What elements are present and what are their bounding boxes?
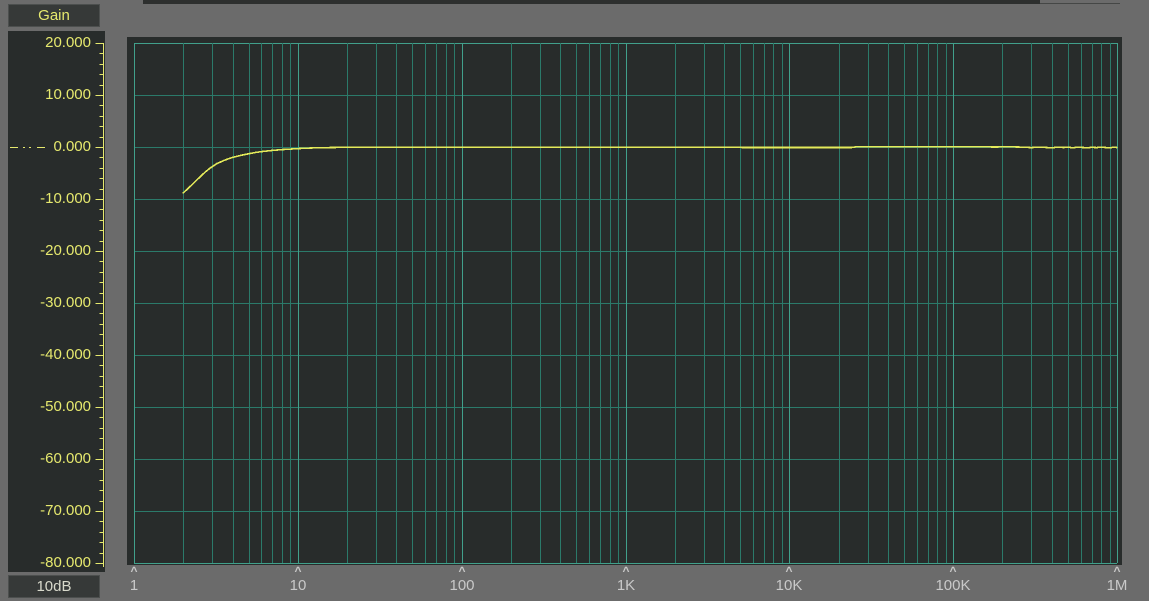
- x-axis-labels: 1 10 100 1K 10K 100K 1M: [0, 576, 1149, 598]
- x-axis-label: 100K: [923, 576, 983, 596]
- y-axis-label: 0.000: [53, 136, 91, 157]
- y-axis-label: 10.000: [45, 84, 91, 105]
- plot-svg: [127, 37, 1122, 565]
- plot-area[interactable]: [127, 37, 1122, 565]
- x-axis-label: 1K: [596, 576, 656, 596]
- y-axis-label: 20.000: [45, 32, 91, 53]
- x-axis-label: 1M: [1087, 576, 1147, 596]
- y-axis-labels: 20.000 10.000 0.000 -10.000 -20.000 -30.000 -4…: [8, 31, 105, 572]
- y-axis-label: -10.000: [40, 188, 91, 209]
- y-axis-label: -20.000: [40, 240, 91, 261]
- top-divider-line: [1040, 3, 1120, 4]
- x-axis-label: 10K: [759, 576, 819, 596]
- top-divider-strip: [143, 0, 1040, 4]
- x-axis-label: 100: [432, 576, 492, 596]
- x-axis-label: 10: [268, 576, 328, 596]
- x-axis-arrows: ^^^^^^^: [0, 565, 1149, 576]
- gain-pane-button[interactable]: Gain: [8, 4, 100, 27]
- y-axis-label: -70.000: [40, 500, 91, 521]
- y-axis-label: -60.000: [40, 448, 91, 469]
- y-axis-label: -30.000: [40, 292, 91, 313]
- gain-trace: [183, 147, 1117, 193]
- y-axis-label: -40.000: [40, 344, 91, 365]
- y-axis-label: -50.000: [40, 396, 91, 417]
- gain-pane-label: Gain: [38, 7, 70, 24]
- x-axis-label: 1: [104, 576, 164, 596]
